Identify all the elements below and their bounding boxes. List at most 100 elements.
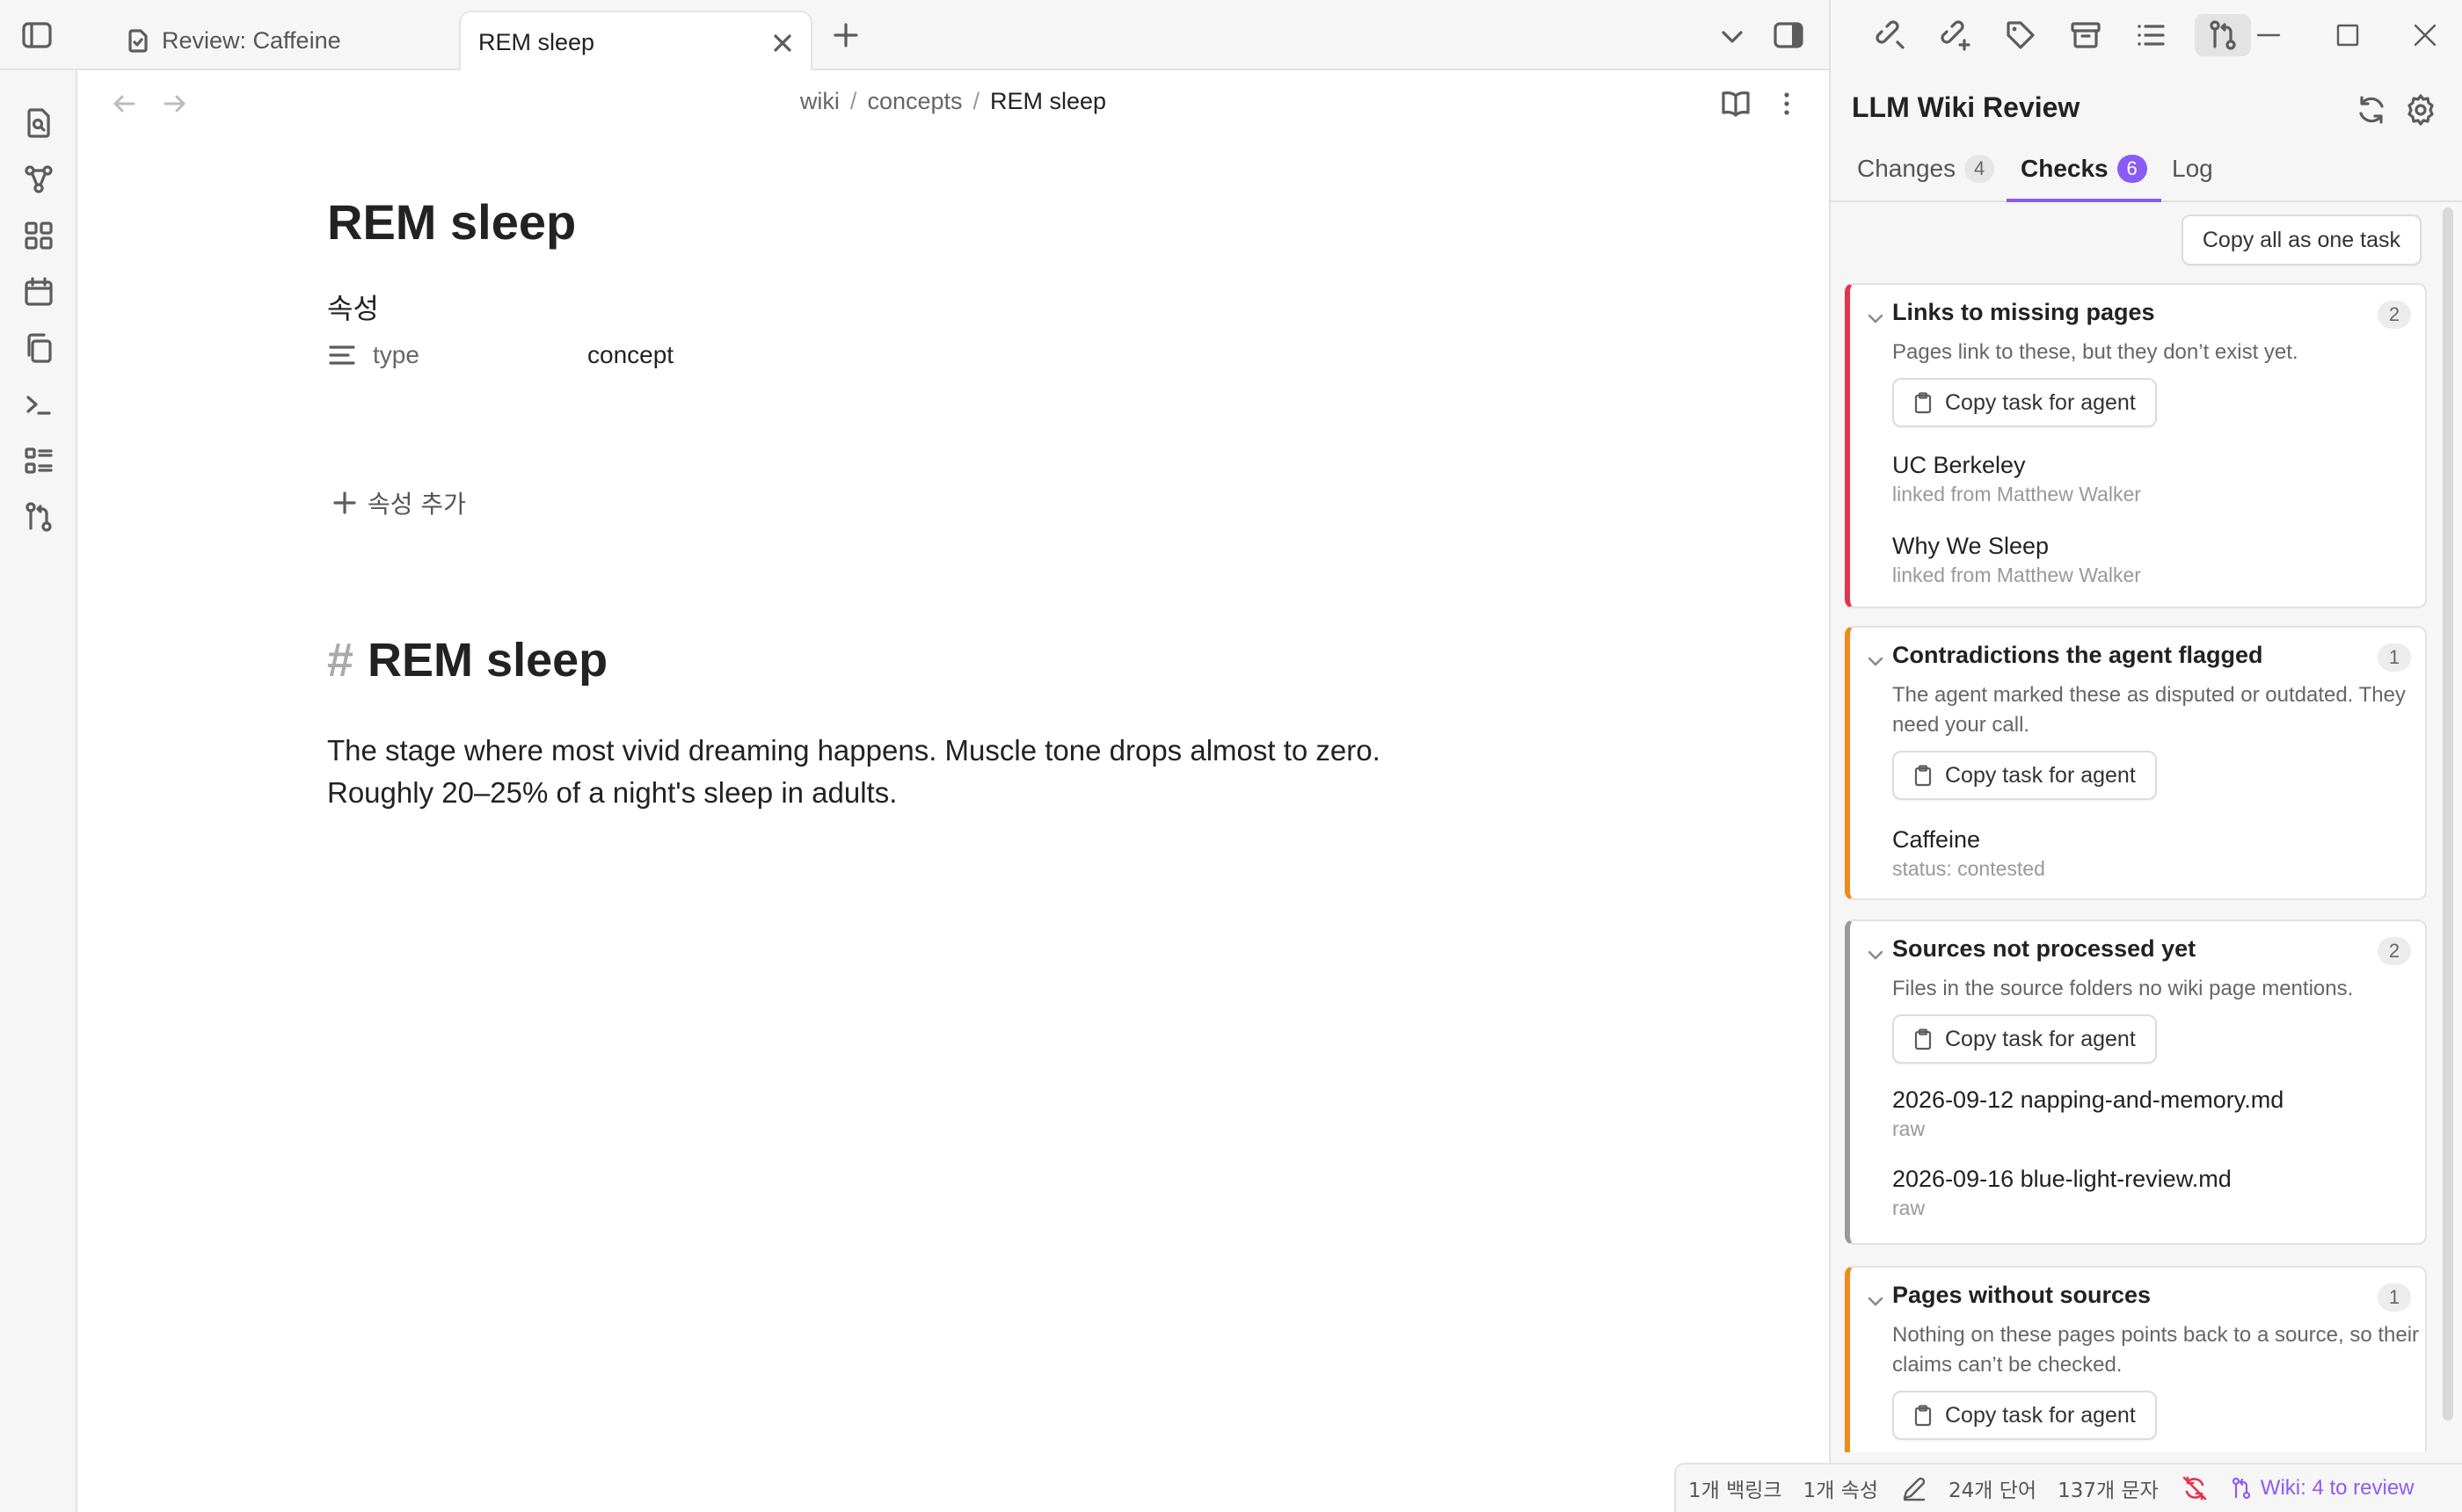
list-icon[interactable] [2133, 18, 2168, 53]
chevron-down-icon[interactable] [1864, 651, 1887, 673]
copy-task-label: Copy task for agent [1945, 389, 2136, 415]
close-window-icon[interactable] [2407, 18, 2443, 53]
list-item[interactable]: Caffeine status: contested [1892, 826, 2045, 881]
body-paragraph[interactable]: The stage where most vivid dreaming happ… [327, 730, 1488, 814]
backlinks-count[interactable]: 1개 백링크 [1688, 1473, 1782, 1503]
breadcrumb-item[interactable]: wiki [800, 88, 840, 114]
wiki-review-status[interactable]: Wiki: 4 to review [2229, 1476, 2415, 1501]
calendar-icon[interactable] [21, 274, 56, 309]
tab-rem-sleep[interactable]: REM sleep [459, 11, 812, 72]
count-badge: 2 [2378, 301, 2411, 329]
copy-task-button[interactable]: Copy task for agent [1892, 751, 2157, 800]
group-title[interactable]: Pages without sources [1892, 1282, 2151, 1309]
item-name: Caffeine [1892, 826, 1981, 853]
tab-changes[interactable]: Changes 4 [1857, 155, 1995, 202]
count-badge: 4 [1964, 155, 1995, 183]
panel-tabs: Changes 4 Checks 6 Log [1831, 149, 2462, 202]
chevron-down-icon[interactable] [1864, 1290, 1887, 1313]
group-title[interactable]: Contradictions the agent flagged [1892, 642, 2263, 669]
item-name: 2026-09-12 napping-and-memory.md [1892, 1087, 2284, 1113]
right-sidebar-toggle-icon[interactable] [1771, 18, 1806, 53]
tab-checks[interactable]: Checks 6 [2007, 155, 2161, 202]
copy-task-button[interactable]: Copy task for agent [1892, 1391, 2157, 1440]
add-property-label: 속성 추가 [368, 490, 466, 519]
property-key[interactable]: type [373, 341, 587, 369]
content-heading[interactable]: # REM sleep [327, 633, 608, 687]
chevron-down-icon[interactable] [1864, 308, 1887, 331]
more-vertical-icon[interactable] [1769, 86, 1804, 121]
new-tab-icon[interactable] [830, 19, 862, 51]
character-count: 137개 문자 [2058, 1479, 2159, 1502]
list-item[interactable]: Why We Sleep linked from Matthew Walker [1892, 533, 2141, 587]
link-off-icon[interactable] [1873, 18, 1908, 53]
tab-label: REM sleep [478, 28, 595, 55]
scrollbar[interactable] [2443, 207, 2453, 1421]
minimize-icon[interactable] [2251, 18, 2286, 53]
ribbon [0, 70, 77, 1512]
sync-error-icon[interactable] [2180, 1473, 2210, 1503]
group-description: The agent marked these as disputed or ou… [1892, 683, 2406, 737]
graph-icon[interactable] [21, 162, 56, 197]
chevron-down-icon[interactable] [1864, 944, 1887, 967]
word-count: 24개 단어 [1948, 1479, 2037, 1502]
item-name: Why We Sleep [1892, 533, 2050, 559]
close-icon[interactable] [768, 29, 797, 57]
chevron-down-icon[interactable] [1716, 21, 1748, 53]
git-compare-icon[interactable] [2195, 14, 2251, 56]
clipboard-icon [1912, 1028, 1934, 1050]
item-detail: linked from Matthew Walker [1892, 563, 2141, 586]
tab-strip: Review: Caffeine REM sleep [0, 0, 1829, 72]
file-icon [125, 27, 151, 54]
list-item[interactable]: 2026-09-16 blue-light-review.md raw [1892, 1166, 2232, 1220]
group-description: Files in the source folders no wiki page… [1892, 977, 2354, 1000]
refresh-icon[interactable] [2355, 93, 2388, 127]
outline-icon[interactable] [21, 443, 56, 478]
search-file-icon[interactable] [21, 105, 56, 141]
copy-all-button[interactable]: Copy all as one task [2181, 214, 2422, 265]
git-compare-icon [2232, 1477, 2250, 1500]
left-sidebar-toggle-icon[interactable] [19, 18, 55, 53]
link-add-icon[interactable] [1938, 18, 1973, 53]
page-title[interactable]: REM sleep [327, 193, 576, 251]
editor-pane: wiki / concepts / REM sleep REM sleep 속성 typ… [77, 70, 1829, 1512]
item-detail: status: contested [1892, 857, 2045, 880]
group-title[interactable]: Links to missing pages [1892, 299, 2155, 326]
breadcrumb-item[interactable]: concepts [867, 88, 962, 114]
list-item[interactable]: 2026-09-12 napping-and-memory.md raw [1892, 1087, 2284, 1141]
count-badge: 1 [2378, 1283, 2411, 1312]
canvas-icon[interactable] [21, 218, 56, 253]
checks-list: Copy all as one task Links to missing pa… [1831, 204, 2462, 1452]
copy-task-button[interactable]: Copy task for agent [1892, 378, 2157, 427]
property-value[interactable]: concept [587, 341, 674, 369]
text-lines-icon [327, 340, 357, 370]
group-title[interactable]: Sources not processed yet [1892, 935, 2196, 963]
terminal-icon[interactable] [21, 387, 56, 422]
breadcrumb-current[interactable]: REM sleep [990, 88, 1106, 114]
item-detail: raw [1892, 1196, 1926, 1219]
gear-icon[interactable] [2404, 93, 2437, 127]
wiki-status-label: Wiki: 4 to review [2260, 1476, 2415, 1500]
clipboard-icon [1912, 1404, 1934, 1427]
book-open-icon[interactable] [1718, 86, 1753, 121]
copy-task-button[interactable]: Copy task for agent [1892, 1014, 2157, 1064]
properties-count[interactable]: 1개 속성 [1803, 1473, 1878, 1503]
count-badge: 6 [2116, 155, 2147, 183]
git-compare-icon[interactable] [21, 499, 56, 534]
properties-heading: 속성 [327, 292, 379, 325]
copy-task-label: Copy task for agent [1945, 1402, 2136, 1428]
heading-marker: # [327, 634, 354, 687]
pencil-icon[interactable] [1899, 1473, 1929, 1503]
clipboard-icon [1912, 764, 1934, 787]
property-row[interactable]: type concept [327, 336, 674, 374]
tab-review-caffeine[interactable]: Review: Caffeine [107, 11, 459, 70]
check-group-unprocessed-sources: Sources not processed yet 2 Files in the… [1845, 920, 2427, 1245]
maximize-icon[interactable] [2330, 18, 2365, 53]
list-item[interactable]: UC Berkeley linked from Matthew Walker [1892, 452, 2141, 506]
tab-label: Review: Caffeine [162, 26, 341, 54]
tab-label: Log [2172, 155, 2213, 182]
tag-icon[interactable] [2003, 18, 2038, 53]
tab-log[interactable]: Log [2172, 155, 2213, 202]
archive-icon[interactable] [2068, 18, 2103, 53]
copy-icon[interactable] [21, 331, 56, 366]
add-property-button[interactable]: 속성 추가 [327, 485, 466, 520]
